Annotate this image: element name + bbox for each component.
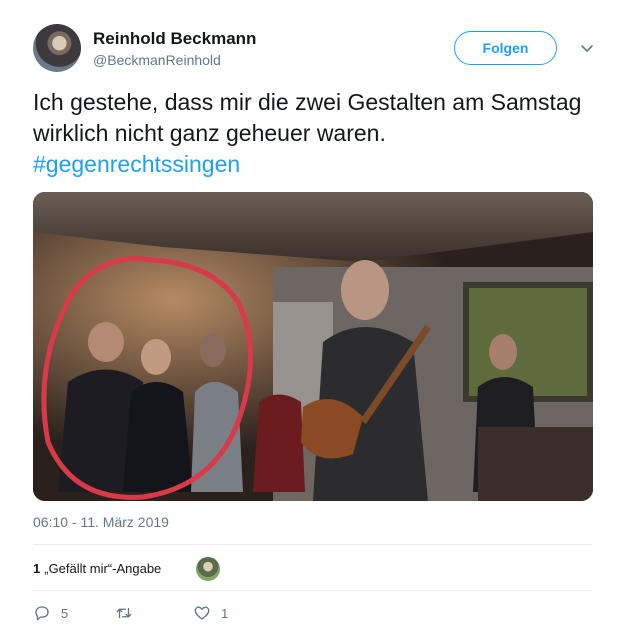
divider (33, 544, 592, 545)
retweet-icon (116, 607, 132, 619)
tweet-timestamp[interactable]: 06:10 - 11. März 2019 (33, 514, 169, 530)
likes-count: 1 (33, 561, 41, 576)
avatar[interactable] (33, 24, 81, 72)
user-handle[interactable]: @BeckmanReinhold (93, 52, 221, 68)
chevron-down-icon[interactable] (579, 40, 595, 56)
divider (33, 590, 592, 591)
tweet-text-block: Ich gestehe, dass mir die zwei Gestalten… (33, 87, 603, 180)
follow-button[interactable]: Folgen (454, 31, 557, 65)
heart-icon (194, 606, 210, 620)
tweet-text: Ich gestehe, dass mir die zwei Gestalten… (33, 89, 582, 146)
likes-label: „Gefällt mir“-Angabe (44, 561, 162, 576)
retweet-button[interactable] (115, 604, 143, 622)
tweet-header: Reinhold Beckmann @BeckmanReinhold Folge… (33, 24, 603, 74)
hashtag-link[interactable]: #gegenrechtssingen (33, 149, 603, 180)
tweet-media-video[interactable] (33, 192, 593, 501)
like-count: 1 (221, 605, 229, 621)
tweet-actions: 5 1 (33, 604, 333, 628)
reply-icon (35, 606, 49, 621)
reply-button[interactable]: 5 (33, 604, 68, 622)
liker-avatar[interactable] (196, 557, 220, 581)
reply-count: 5 (61, 605, 69, 621)
display-name[interactable]: Reinhold Beckmann (93, 29, 256, 49)
likes-summary[interactable]: 1 „Gefällt mir“-Angabe (33, 561, 161, 576)
like-button[interactable]: 1 (193, 604, 228, 622)
video-frame (33, 192, 593, 501)
